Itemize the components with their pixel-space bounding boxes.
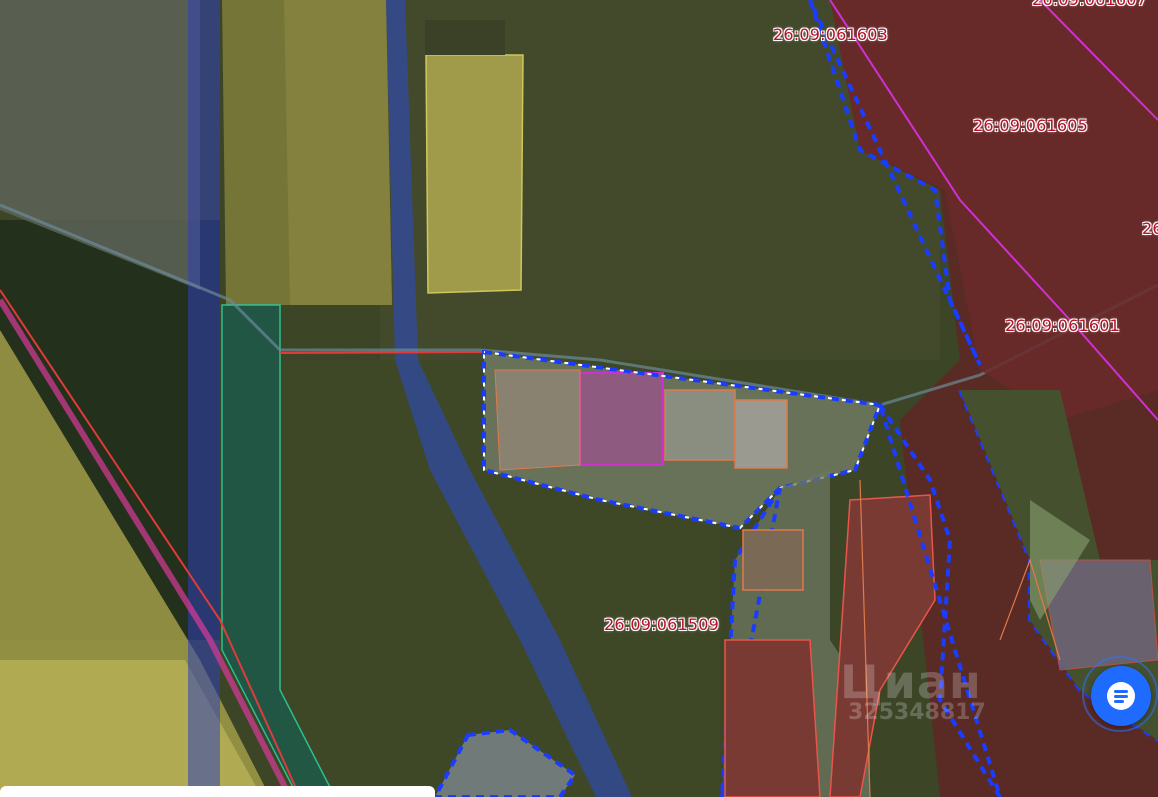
industrial-yard: [494, 369, 581, 471]
cadastral-label[interactable]: 26: [1142, 219, 1158, 238]
road-red-boundary: [279, 351, 486, 354]
cadastral-label[interactable]: 26:09:061601: [1005, 316, 1120, 335]
parcel-orange: [742, 529, 804, 591]
cadastral-label[interactable]: 26:09:061603: [773, 25, 888, 44]
residential-south: [724, 639, 821, 797]
building-shed: [734, 399, 788, 469]
cadastral-label[interactable]: 26:09:061509: [604, 615, 719, 634]
building-magenta: [579, 372, 664, 466]
parcel-yellow-rect: [425, 54, 524, 294]
building-warehouse: [664, 389, 736, 461]
parcel-dark-north: [425, 20, 505, 55]
cadastral-label[interactable]: 26:09:061607: [1032, 0, 1147, 9]
parcel-yellow-strip-inner: [284, 0, 392, 305]
cadastral-label[interactable]: 26:09:061605: [973, 116, 1088, 135]
chat-button[interactable]: [1091, 666, 1151, 726]
watermark-listing-id: 325348817: [848, 700, 986, 725]
bottom-sheet-handle[interactable]: [0, 786, 435, 797]
zone-blue-vertical-left: [188, 0, 220, 797]
map-view[interactable]: 26:09:061603 26:09:061605 26:09:061601 2…: [0, 0, 1158, 797]
chat-icon: [1107, 682, 1135, 710]
